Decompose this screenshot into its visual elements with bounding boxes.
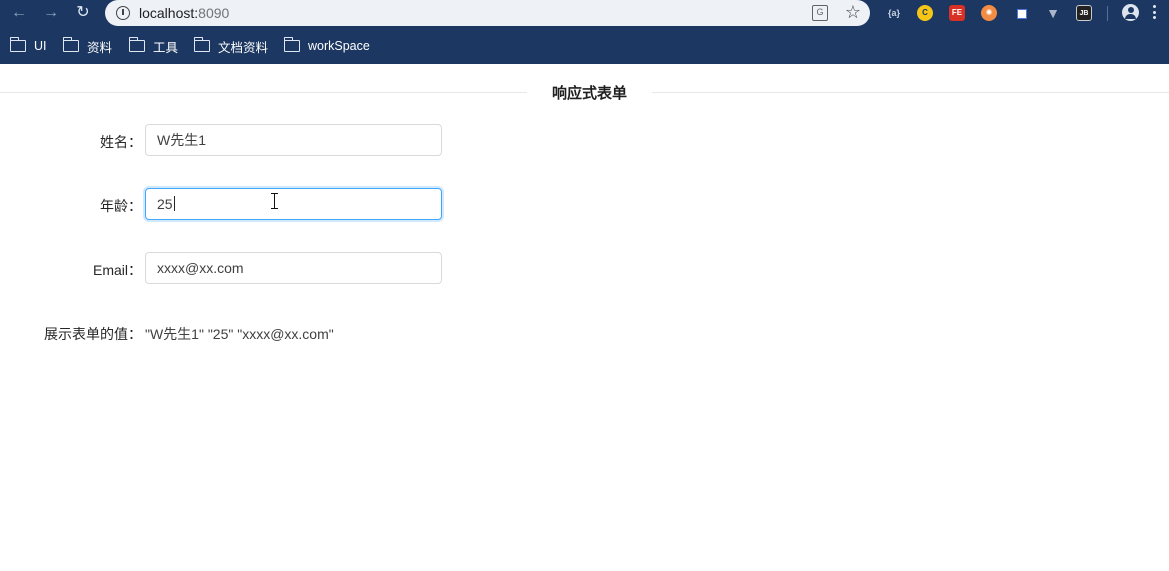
name-input-value: W先生1 [157,132,206,148]
vue-devtools-icon[interactable]: ▼ [1045,5,1061,21]
bookmark-label: UI [34,39,47,53]
forward-arrow-icon[interactable]: → [41,4,61,22]
folder-icon [62,37,79,52]
form-value-display: "W先生1" "25" "xxxx@xx.com" [145,326,334,342]
bookmark-label: 工具 [153,40,179,55]
form-title: 响应式表单 [551,85,627,102]
json-extension-icon[interactable]: {a} [886,5,902,21]
folder-icon [9,37,26,52]
age-input[interactable]: 25 [145,188,442,220]
fe-extension-icon[interactable]: FE [949,5,965,21]
bookmark-star-icon[interactable]: ☆ [845,2,861,23]
reload-icon[interactable]: ↻ [73,4,93,22]
bookmark-label: workSpace [308,39,370,53]
extension-yellow-icon[interactable]: C [917,5,933,21]
email-input[interactable]: xxxx@xx.com [145,252,442,284]
title-divider-right [652,92,1169,93]
folder-icon [128,37,145,52]
bookmark-label: 文档资料 [218,40,269,55]
bookmark-folder-wendangziliao[interactable]: 文档资料 [193,37,269,55]
extension-orange-icon[interactable]: ✺ [981,5,997,21]
title-divider-left [0,92,527,93]
folder-icon [193,37,210,52]
translate-icon[interactable]: G [812,5,828,21]
age-label: 年龄： [100,198,142,214]
bookmark-folder-ui[interactable]: UI [9,37,47,54]
profile-avatar-icon[interactable] [1122,4,1139,21]
bookmark-folder-ziliao[interactable]: 资料 [62,37,113,55]
bookmark-folder-workspace[interactable]: workSpace [283,37,370,54]
info-icon[interactable] [116,6,130,20]
email-input-value: xxxx@xx.com [157,260,244,276]
url-text[interactable]: localhost:8090 [139,5,229,21]
url-host: localhost: [139,5,199,21]
bookmarks-bar: UI 资料 工具 文档资料 workSpace [0,27,1169,64]
folder-icon [283,37,300,52]
toolbar-separator [1107,6,1108,21]
url-port: 8090 [198,5,230,21]
form-value-label: 展示表单的值： [44,326,142,342]
name-input[interactable]: W先生1 [145,124,442,156]
ibeam-cursor-icon [270,193,279,209]
extension-square-icon[interactable] [1013,5,1029,21]
back-arrow-icon[interactable]: ← [9,4,29,22]
more-menu-icon[interactable] [1153,5,1157,21]
email-label: Email： [92,262,142,278]
bookmark-folder-gongju[interactable]: 工具 [128,37,179,55]
browser-toolbar: ← → ↻ localhost:8090 G ☆ {a} C FE ✺ ▼ JB [0,0,1169,27]
address-bar[interactable]: localhost:8090 G ☆ [105,0,870,26]
text-caret [173,196,175,211]
name-label: 姓名： [100,134,142,150]
jetbrains-extension-icon[interactable]: JB [1076,5,1092,21]
age-input-value: 25 [157,196,173,212]
bookmark-label: 资料 [87,40,113,55]
